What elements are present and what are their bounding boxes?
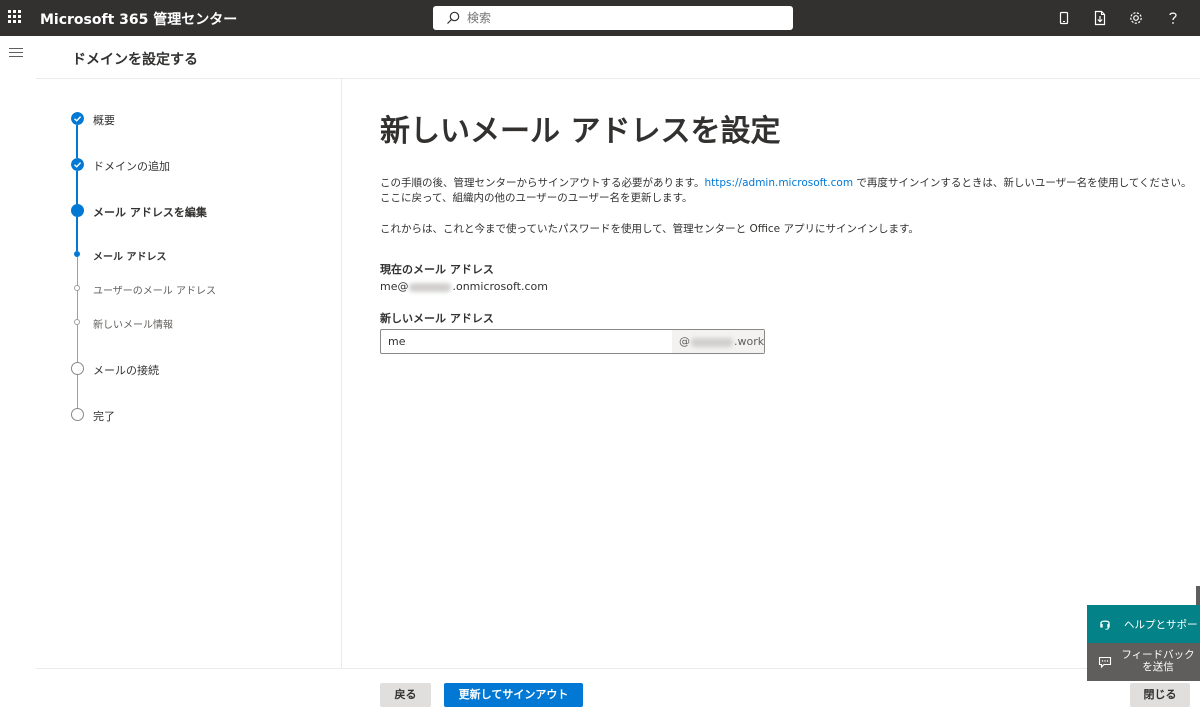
pending-step-dot: [71, 408, 84, 421]
step-connector: [76, 171, 78, 204]
step-label: ユーザーのメール アドレス: [93, 286, 216, 297]
redacted-domain: [691, 337, 733, 347]
back-button[interactable]: 戻る: [380, 683, 431, 707]
current-email-value: me@ .onmicrosoft.com: [380, 280, 548, 293]
main-heading: 新しいメール アドレスを設定: [380, 114, 781, 149]
new-email-field[interactable]: @.work: [380, 329, 765, 354]
instruction-text: で再度サインインするときは、新しいユーザー名を使用してください。: [853, 177, 1192, 189]
step-label: ドメインの追加: [93, 160, 170, 173]
header-divider: [36, 78, 1200, 79]
step-label: メール アドレスを編集: [93, 206, 207, 219]
mobile-icon[interactable]: [1055, 9, 1073, 27]
new-email-label: 新しいメール アドレス: [380, 312, 494, 325]
step-connector: [77, 257, 78, 362]
substep-dot: [74, 251, 80, 257]
settings-gear-icon[interactable]: [1127, 9, 1145, 27]
pending-step-dot: [71, 362, 84, 375]
step-label: 新しいメール情報: [93, 320, 173, 331]
update-and-sign-out-button[interactable]: 更新してサインアウト: [444, 683, 583, 707]
step-connector: [76, 125, 78, 158]
instruction-text-line2: ここに戻って、組織内の他のユーザーのユーザー名を更新します。: [380, 192, 693, 204]
page-title: ドメインを設定する: [72, 52, 198, 68]
app-launcher-icon[interactable]: [8, 10, 22, 24]
app-title[interactable]: Microsoft 365 管理センター: [40, 9, 237, 29]
checkmark-icon: [71, 158, 84, 171]
headset-icon: [1100, 620, 1110, 630]
instruction-text: この手順の後、管理センターからサインアウトする必要があります。: [380, 177, 705, 189]
nav-menu-icon[interactable]: [9, 48, 23, 58]
footer-divider: [36, 668, 1200, 669]
current-email-label: 現在のメール アドレス: [380, 263, 494, 276]
step-label: メール アドレス: [93, 252, 167, 263]
checkmark-icon: [71, 112, 84, 125]
redacted-domain: [409, 282, 452, 292]
email-domain-suffix: @ .work: [672, 330, 764, 353]
help-and-support-button[interactable]: ヘルプとサポー: [1087, 605, 1200, 643]
scroll-edge-tab: [1196, 586, 1200, 605]
search-box[interactable]: [433, 6, 793, 30]
feedback-label: フィードバック を送信: [1121, 649, 1195, 673]
step-label: メールの接続: [93, 364, 159, 377]
admin-center-link[interactable]: https://admin.microsoft.com: [704, 177, 853, 189]
top-bar: Microsoft 365 管理センター: [0, 0, 1200, 36]
sign-in-note: これからは、これと今まで使っていたパスワードを使用して、管理センターと Offi…: [380, 223, 919, 235]
search-icon: [447, 11, 460, 24]
step-connector: [76, 217, 78, 251]
send-feedback-button[interactable]: フィードバック を送信: [1087, 643, 1200, 681]
search-input[interactable]: [467, 8, 777, 28]
step-label: 完了: [93, 410, 115, 423]
panel-divider: [341, 79, 342, 669]
help-label: ヘルプとサポー: [1124, 619, 1198, 631]
current-step-dot: [71, 204, 84, 217]
feedback-chat-icon: [1098, 656, 1112, 669]
document-download-icon[interactable]: [1091, 9, 1109, 27]
help-question-icon[interactable]: [1164, 9, 1182, 27]
step-label: 概要: [93, 114, 115, 127]
instruction-paragraph: この手順の後、管理センターからサインアウトする必要があります。https://a…: [380, 176, 1192, 191]
substep-dot: [74, 319, 80, 325]
step-connector: [77, 374, 78, 408]
close-button[interactable]: 閉じる: [1130, 683, 1190, 707]
substep-dot: [74, 285, 80, 291]
new-email-input[interactable]: [381, 330, 673, 353]
